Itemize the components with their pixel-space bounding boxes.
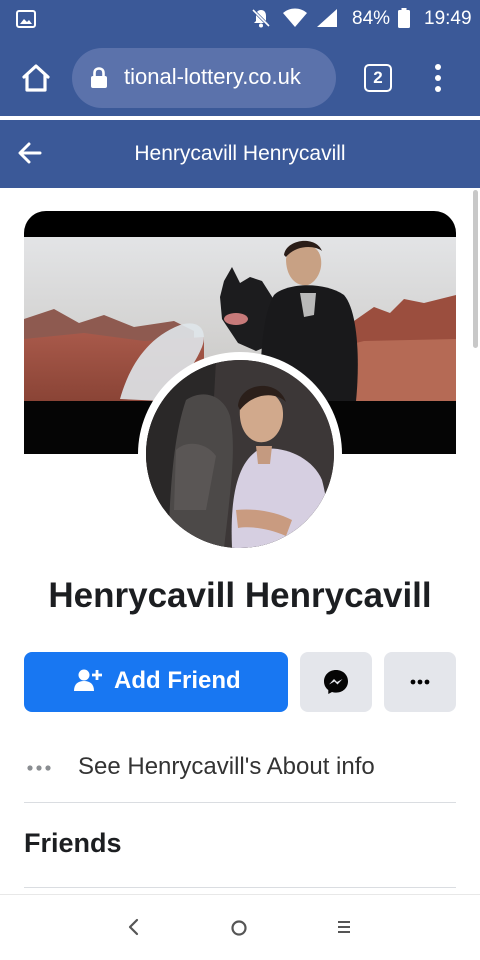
- add-friend-button[interactable]: Add Friend: [24, 652, 288, 712]
- browser-toolbar: tional-lottery.co.uk 2: [0, 36, 480, 118]
- section-divider: [24, 887, 456, 888]
- messenger-button[interactable]: [300, 652, 372, 712]
- profile-photo[interactable]: [146, 360, 334, 548]
- about-info-label: See Henrycavill's About info: [78, 753, 375, 780]
- mute-icon: [251, 8, 271, 28]
- page-header: Henrycavill Henrycavill: [0, 120, 480, 188]
- more-icon: [410, 679, 430, 685]
- home-nav-icon[interactable]: [230, 919, 248, 937]
- clock: 19:49: [424, 8, 472, 29]
- more-dots-icon: [27, 765, 51, 771]
- gallery-icon: [16, 10, 36, 28]
- battery-percent: 84%: [352, 8, 391, 29]
- url-text: tional-lottery.co.uk: [124, 64, 301, 89]
- status-bar: 84% 19:49: [0, 0, 480, 36]
- add-friend-label: Add Friend: [114, 667, 241, 694]
- friends-heading: Friends: [24, 828, 122, 858]
- signal-icon: [317, 9, 337, 27]
- page-title: Henrycavill Henrycavill: [134, 142, 346, 165]
- messenger-icon: [324, 670, 348, 694]
- scrollbar[interactable]: [473, 190, 478, 348]
- wifi-icon: [283, 8, 307, 27]
- lock-icon: [91, 67, 107, 88]
- section-divider: [24, 802, 456, 803]
- battery-icon: [398, 8, 410, 28]
- add-friend-icon: [74, 669, 102, 691]
- back-nav-icon[interactable]: [124, 917, 144, 937]
- system-nav-bar: [0, 894, 480, 960]
- recents-nav-icon[interactable]: [336, 919, 352, 935]
- about-info-link[interactable]: See Henrycavill's About info: [24, 748, 456, 788]
- home-icon[interactable]: [20, 62, 52, 94]
- profile-name: Henrycavill Henrycavill: [48, 576, 432, 615]
- tabs-icon[interactable]: 2: [364, 64, 392, 92]
- url-bar[interactable]: tional-lottery.co.uk: [72, 48, 336, 108]
- overflow-menu-icon[interactable]: [428, 62, 448, 94]
- more-button[interactable]: [384, 652, 456, 712]
